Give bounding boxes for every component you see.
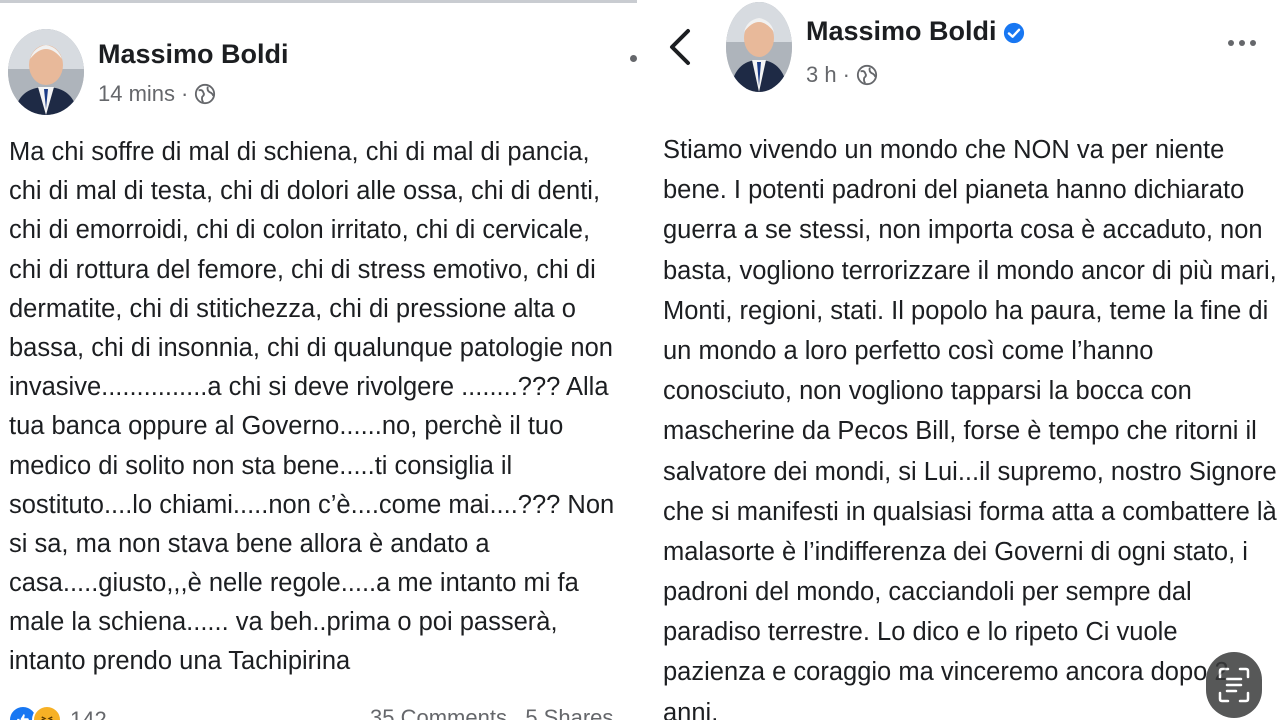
post-line: paradiso terrestre. Lo dico e lo ripeto … (663, 618, 1178, 647)
post-body: Stiamo vivendo un mondo che NON va per n… (663, 130, 1277, 720)
post-line: guerra a se stessi, non importa cosa è a… (663, 216, 1263, 245)
author-name[interactable]: Massimo Boldi (806, 16, 1025, 47)
left-post-card: Massimo Boldi 14 mins · Ma chi soffre di… (0, 0, 637, 720)
globe-icon (195, 83, 216, 105)
author-name-text[interactable]: Massimo Boldi (806, 16, 997, 46)
post-line: salvatore dei mondi, si Lui...il supremo… (663, 457, 1277, 486)
author-avatar[interactable] (726, 2, 792, 92)
right-post-card: Massimo Boldi 3 h · Stiamo vivendo un mo… (650, 0, 1280, 720)
post-meta: 3 h · (806, 62, 878, 88)
post-line: dermatite, chi di stitichezza, chi di pr… (9, 294, 576, 323)
post-line: chi di rottura del femore, chi di stress… (9, 255, 596, 284)
back-arrow-icon[interactable] (668, 28, 692, 66)
globe-icon (856, 64, 878, 86)
meta-separator: · (181, 81, 189, 106)
post-line: intanto prendo una Tachipirina (9, 647, 351, 676)
post-line: bassa, chi di insonnia, chi di qualunque… (9, 333, 613, 362)
author-name[interactable]: Massimo Boldi (98, 39, 289, 70)
post-line: conosciuto, non vogliono tapparsi la boc… (663, 377, 1192, 406)
post-footer: 142 35 Comments 5 Shares (8, 703, 637, 720)
post-time[interactable]: 3 h (806, 62, 837, 88)
author-avatar[interactable] (8, 29, 84, 115)
post-time[interactable]: 14 mins (98, 81, 175, 107)
meta-separator: · (842, 62, 850, 87)
shares-count[interactable]: 5 Shares (525, 705, 613, 720)
post-line: padroni del mondo, cacciandoli per sempr… (663, 578, 1192, 607)
text-scan-icon[interactable] (1206, 652, 1262, 718)
post-line: mascherine da Pecos Bill, forse è tempo … (663, 417, 1257, 446)
post-line: bene. I potenti padroni del pianeta hann… (663, 176, 1245, 205)
panel-divider (639, 0, 648, 720)
post-line: invasive...............a chi si deve riv… (9, 373, 609, 402)
post-line: tua banca oppure al Governo......no, per… (9, 412, 564, 441)
reactions-count: 142 (70, 707, 107, 720)
post-line: medico di solito non sta bene.....ti con… (9, 451, 513, 480)
reactions-summary[interactable]: 142 (8, 705, 107, 720)
post-line: Monti, regioni, stati. Il popolo ha paur… (663, 296, 1269, 325)
post-body: Ma chi soffre di mal di schiena, chi di … (9, 133, 614, 682)
post-line: chi di emorroidi, chi di colon irritato,… (9, 216, 591, 245)
post-line: un mondo a loro perfetto così come l’han… (663, 336, 1154, 365)
post-line: si sa, ma non stava bene allora è andato… (9, 529, 490, 558)
post-line: pazienza e coraggio ma vinceremo ancora … (663, 658, 1229, 687)
post-line: basta, vogliono terrorizzare il mondo an… (663, 256, 1277, 285)
post-line: male la schiena...... va beh..prima o po… (9, 608, 558, 637)
post-line: malasorte è l’indifferenza dei Governi d… (663, 537, 1248, 566)
comments-shares: 35 Comments 5 Shares (370, 705, 613, 720)
post-line: che si manifesti in qualsiasi forma atta… (663, 497, 1277, 526)
verified-badge-icon (1003, 22, 1024, 43)
post-line: Ma chi soffre di mal di schiena, chi di … (9, 138, 590, 166)
haha-reaction-icon (32, 705, 62, 720)
more-options-icon[interactable] (630, 55, 637, 62)
post-line: anni. (663, 698, 719, 720)
post-line: sostituto....lo chiami.....non c’è....co… (9, 490, 615, 519)
post-line: Stiamo vivendo un mondo che NON va per n… (663, 136, 1225, 164)
more-options-icon[interactable] (1228, 40, 1256, 46)
post-line: casa.....giusto,,,è nelle regole.....a m… (9, 569, 579, 598)
comments-count[interactable]: 35 Comments (370, 705, 507, 720)
post-line: chi di mal di testa, chi di dolori alle … (9, 177, 601, 206)
post-meta: 14 mins · (98, 81, 216, 107)
